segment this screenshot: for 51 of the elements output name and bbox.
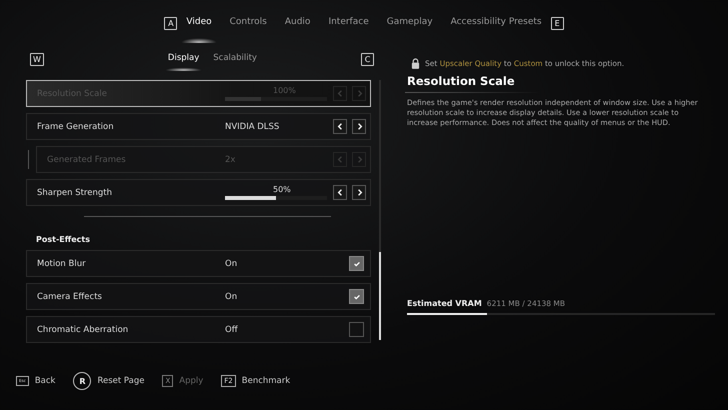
setting-row[interactable]: Camera Effects On: [26, 283, 371, 310]
arrow-right-button[interactable]: [352, 119, 366, 134]
setting-value: Off: [225, 324, 238, 334]
action-label[interactable]: Reset Page: [97, 376, 144, 386]
action-label[interactable]: Benchmark: [242, 376, 290, 386]
detail-title: Resolution Scale: [407, 74, 516, 88]
setting-value: 100%: [273, 86, 296, 95]
lock-icon: [411, 58, 420, 68]
checkmark-icon: [352, 292, 360, 300]
setting-value: 2x: [225, 154, 236, 164]
setting-row[interactable]: Sharpen Strength 50%: [26, 179, 371, 206]
scrollbar[interactable]: [379, 80, 381, 340]
setting-label: Sharpen Strength: [37, 188, 113, 198]
checkbox[interactable]: [349, 289, 364, 304]
tab[interactable]: Interface: [319, 3, 378, 43]
setting-value: 50%: [273, 185, 291, 194]
tab[interactable]: Accessibility Presets: [442, 3, 551, 43]
setting-value: NVIDIA DLSS: [225, 122, 280, 132]
previous-tab-key[interactable]: A: [164, 16, 178, 30]
setting-label: Frame Generation: [37, 122, 115, 132]
previous-tab-key[interactable]: W: [30, 52, 44, 66]
checkmark-icon: [352, 260, 360, 268]
setting-row[interactable]: Motion Blur On: [26, 250, 371, 277]
tab[interactable]: Scalability: [206, 47, 264, 71]
setting-label: Chromatic Aberration: [37, 324, 130, 334]
tab[interactable]: Controls: [220, 3, 276, 43]
arrow-left-button[interactable]: [333, 119, 347, 134]
setting-value: On: [225, 292, 238, 302]
vram-label: Estimated VRAM: [407, 299, 482, 308]
setting-label: Motion Blur: [37, 258, 87, 268]
chevron-left-icon: [336, 188, 344, 197]
next-tab-key[interactable]: E: [550, 16, 564, 30]
setting-label: Generated Frames: [47, 154, 127, 164]
chevron-left-icon: [336, 89, 344, 98]
setting-label: Camera Effects: [37, 292, 103, 302]
tab[interactable]: Gameplay: [378, 3, 442, 43]
action-label[interactable]: Back: [34, 376, 56, 386]
slider-track[interactable]: [225, 196, 327, 200]
arrow-left-button[interactable]: [333, 185, 347, 200]
tab[interactable]: Audio: [276, 3, 320, 43]
setting-row[interactable]: Chromatic Aberration Off: [26, 316, 371, 343]
checkbox[interactable]: [349, 256, 364, 271]
checkbox[interactable]: [349, 322, 364, 337]
setting-row[interactable]: Frame Generation NVIDIA DLSS: [26, 113, 371, 140]
section-heading: Post-Effects: [35, 234, 91, 244]
chevron-left-icon: [336, 122, 344, 131]
next-tab-key[interactable]: C: [361, 52, 374, 66]
setting-value: On: [225, 258, 238, 268]
chevron-left-icon: [336, 155, 344, 164]
arrow-right-button[interactable]: [352, 185, 366, 200]
key-hint[interactable]: R: [73, 372, 92, 390]
